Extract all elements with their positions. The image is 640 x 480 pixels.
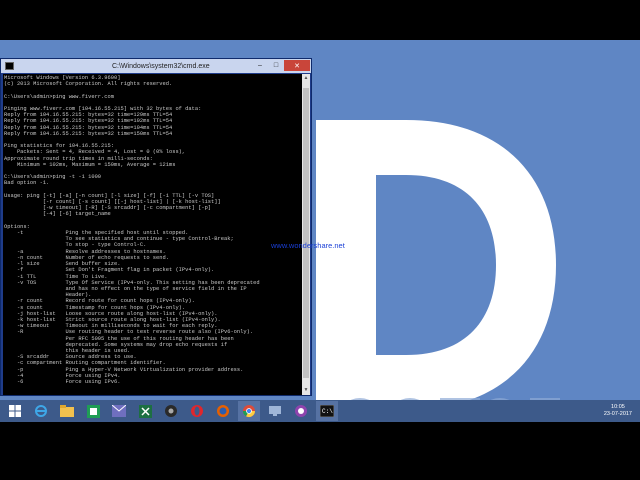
chrome-icon[interactable]	[238, 401, 260, 421]
close-button[interactable]: ✕	[284, 60, 310, 71]
console-area[interactable]: Microsoft Windows [Version 6.3.9600] (c)…	[3, 74, 303, 395]
file-explorer-icon[interactable]	[56, 401, 78, 421]
scroll-down-arrow-icon[interactable]: ▼	[302, 386, 310, 395]
system-tray: 10:05 23-07-2017	[604, 400, 640, 422]
cmd-window-icon	[5, 62, 14, 70]
store-icon[interactable]	[82, 401, 104, 421]
windows-start-icon[interactable]	[4, 401, 26, 421]
opera-icon[interactable]	[186, 401, 208, 421]
taskbar: C:\ 10:05 23-07-2017	[0, 400, 640, 422]
screen: C:\Windows\system32\cmd.exe – □ ✕ Micros…	[0, 0, 640, 400]
scrollbar-thumb[interactable]	[303, 88, 309, 378]
minimize-button[interactable]: –	[253, 60, 267, 71]
d-logo-icon	[316, 120, 556, 400]
top-letterbox	[0, 0, 640, 40]
browser-icon[interactable]	[290, 401, 312, 421]
clock[interactable]: 10:05 23-07-2017	[604, 404, 632, 418]
console-output: Microsoft Windows [Version 6.3.9600] (c)…	[4, 75, 260, 385]
watermark-text: www.wondershare.net	[271, 241, 345, 250]
cmd-icon[interactable]: C:\	[316, 401, 338, 421]
vertical-scrollbar[interactable]: ▲ ▼	[302, 74, 310, 395]
cmd-titlebar[interactable]: C:\Windows\system32\cmd.exe – □ ✕	[1, 59, 311, 73]
window-title: C:\Windows\system32\cmd.exe	[112, 62, 210, 70]
excel-icon[interactable]	[134, 401, 156, 421]
cmd-window[interactable]: C:\Windows\system32\cmd.exe – □ ✕ Micros…	[0, 58, 312, 396]
firefox-icon[interactable]	[212, 401, 234, 421]
bottom-letterbox	[0, 422, 640, 480]
internet-explorer-icon[interactable]	[30, 401, 52, 421]
media-icon[interactable]	[160, 401, 182, 421]
svg-text:C:\: C:\	[322, 408, 333, 415]
clock-date: 23-07-2017	[603, 411, 632, 417]
scroll-up-arrow-icon[interactable]: ▲	[302, 74, 310, 83]
outlook-icon[interactable]	[108, 401, 130, 421]
network-icon[interactable]	[264, 401, 286, 421]
clock-time: 10:05	[611, 404, 625, 410]
maximize-button[interactable]: □	[269, 60, 283, 71]
